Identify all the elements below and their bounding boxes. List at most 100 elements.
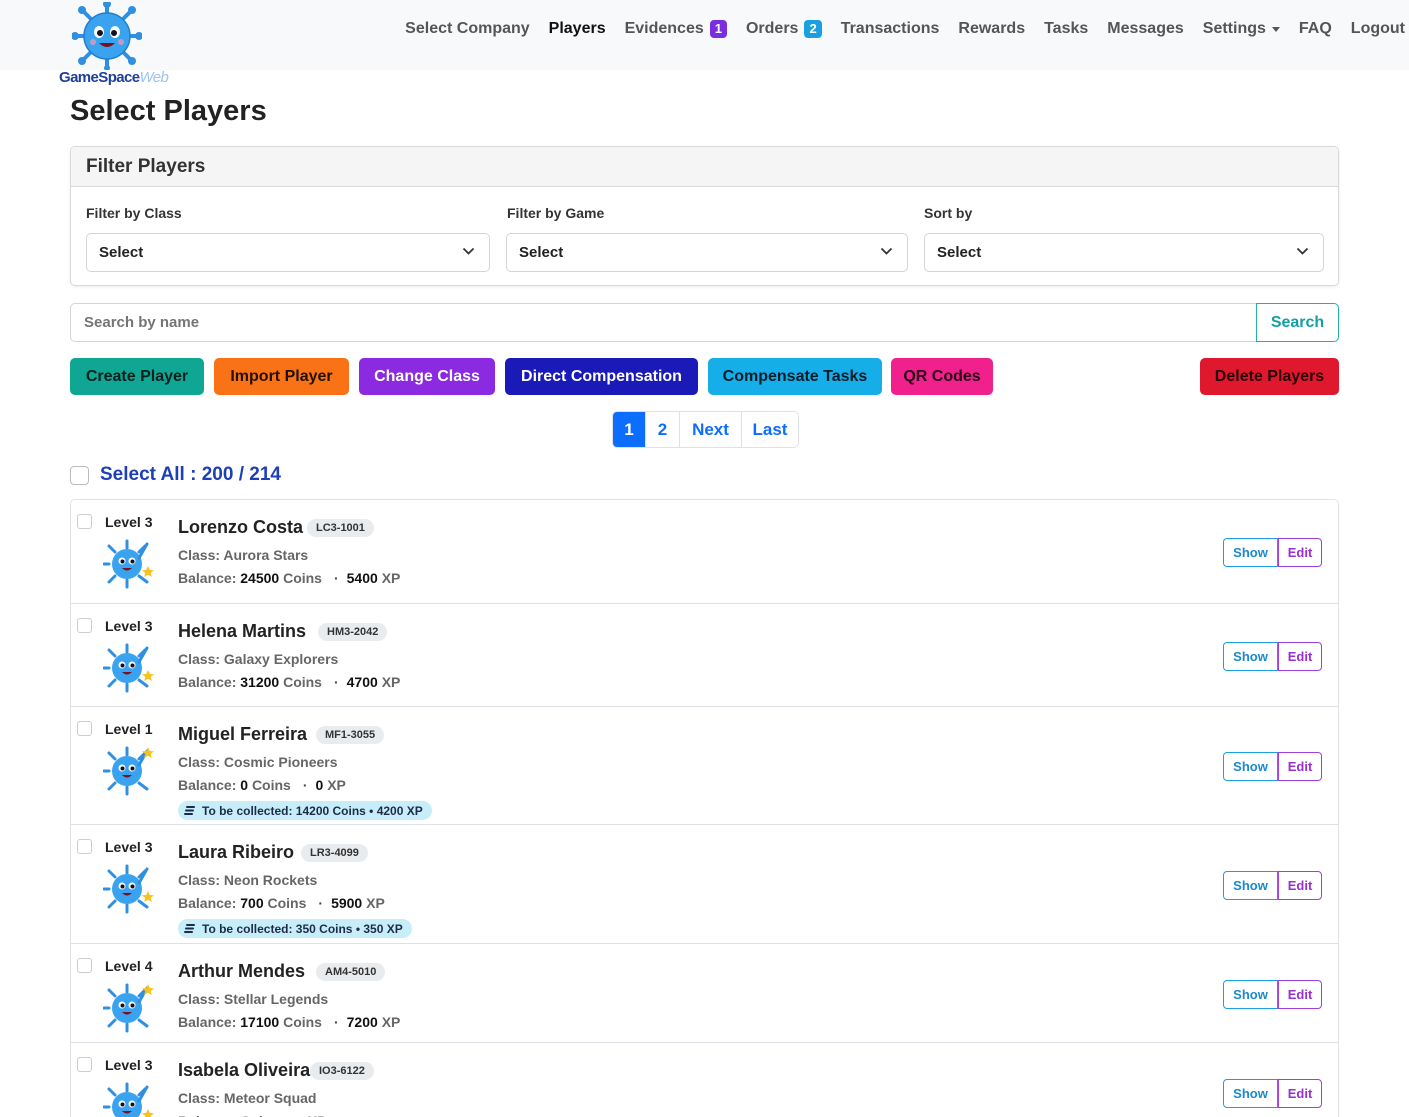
show-player-button[interactable]: Show xyxy=(1223,871,1278,900)
create-player-button[interactable]: Create Player xyxy=(70,358,204,395)
page-2-link[interactable]: 2 xyxy=(645,412,679,447)
nav-messages[interactable]: Messages xyxy=(1107,20,1184,38)
nav-rewards[interactable]: Rewards xyxy=(958,20,1025,38)
filter-card: Filter Players Filter by Class Filter by… xyxy=(70,146,1339,286)
search-input[interactable] xyxy=(70,303,1257,342)
player-class: Class: Neon Rockets xyxy=(178,872,317,888)
player-level: Level 3 xyxy=(105,839,153,855)
nav-orders[interactable]: Orders 2 xyxy=(746,20,822,38)
import-player-button[interactable]: Import Player xyxy=(214,358,349,395)
row-actions: Show Edit xyxy=(1223,642,1322,671)
player-balance: Balance: 700 Coins · 5900 XP xyxy=(178,895,385,911)
balance-prefix-label: Balance: xyxy=(178,674,237,690)
edit-player-button[interactable]: Edit xyxy=(1278,642,1322,671)
row-actions: Show Edit xyxy=(1223,538,1322,567)
select-all-label[interactable]: Select All : 200 / 214 xyxy=(100,464,281,486)
compensate-tasks-button[interactable]: Compensate Tasks xyxy=(708,358,882,395)
filter-game-value: Select xyxy=(519,244,564,261)
player-class-value: Stellar Legends xyxy=(223,991,329,1007)
nav-orders-label: Orders xyxy=(745,20,799,37)
evidences-count-badge: 1 xyxy=(709,20,727,38)
coins-stack-icon xyxy=(184,806,195,815)
search-button[interactable]: Search xyxy=(1256,303,1339,342)
show-player-button[interactable]: Show xyxy=(1223,1079,1278,1108)
nav-logout[interactable]: Logout xyxy=(1351,20,1405,38)
player-class-value: Galaxy Explorers xyxy=(223,651,339,667)
edit-player-button[interactable]: Edit xyxy=(1278,980,1322,1009)
xp-unit-label: XP xyxy=(381,1014,401,1030)
player-select-checkbox[interactable] xyxy=(77,721,92,736)
row-actions: Show Edit xyxy=(1223,871,1322,900)
player-coins-value: 700 xyxy=(240,895,264,911)
player-balance: Balance: 17100 Coins · 7200 XP xyxy=(178,1014,400,1030)
sort-by-select[interactable]: Select xyxy=(924,233,1324,272)
next-page-link[interactable]: Next xyxy=(679,412,741,447)
separator-dot: · xyxy=(318,895,324,911)
coins-unit-label: Coins xyxy=(267,895,307,911)
player-class: Class: Stellar Legends xyxy=(178,991,328,1007)
player-class-value: Aurora Stars xyxy=(223,547,309,563)
edit-player-button[interactable]: Edit xyxy=(1278,538,1322,567)
show-player-button[interactable]: Show xyxy=(1223,642,1278,671)
class-prefix-label: Class: xyxy=(178,991,221,1007)
nav-settings-dropdown[interactable]: Settings xyxy=(1203,20,1280,38)
player-avatar xyxy=(102,538,155,595)
player-avatar xyxy=(102,982,155,1039)
player-class-value: Meteor Squad xyxy=(223,1090,317,1106)
player-level: Level 3 xyxy=(105,618,153,634)
player-row: Level 1 Miguel Ferreira MF1-3055 Class: Cos… xyxy=(71,707,1338,825)
virus-mascot-icon xyxy=(72,2,142,70)
nav-transactions[interactable]: Transactions xyxy=(841,20,940,38)
nav-evidences[interactable]: Evidences 1 xyxy=(625,20,727,38)
player-avatar xyxy=(102,642,155,699)
edit-player-button[interactable]: Edit xyxy=(1278,752,1322,781)
player-avatar xyxy=(102,863,155,920)
delete-players-button[interactable]: Delete Players xyxy=(1200,358,1339,395)
player-name: Isabela Oliveira xyxy=(178,1060,311,1080)
last-page-link[interactable]: Last xyxy=(741,412,798,447)
to-be-collected-text: To be collected: 350 Coins • 350 XP xyxy=(202,921,403,936)
show-player-button[interactable]: Show xyxy=(1223,538,1278,567)
edit-player-button[interactable]: Edit xyxy=(1278,1079,1322,1108)
player-list: Level 3 Lorenzo Costa LC3-1001 Class: Auror… xyxy=(70,499,1339,1117)
player-select-checkbox[interactable] xyxy=(77,1057,92,1072)
player-select-checkbox[interactable] xyxy=(77,514,92,529)
change-class-button[interactable]: Change Class xyxy=(359,358,495,395)
virus-mascot-icon xyxy=(102,539,155,594)
nav-tasks[interactable]: Tasks xyxy=(1044,20,1088,38)
player-class: Class: Galaxy Explorers xyxy=(178,651,338,667)
qr-codes-button[interactable]: QR Codes xyxy=(891,358,993,395)
filter-card-header: Filter Players xyxy=(71,147,1338,187)
nav-settings-label: Settings xyxy=(1202,20,1266,37)
navbar: GameSpaceWeb Select Company Players Evid… xyxy=(0,0,1409,86)
player-select-checkbox[interactable] xyxy=(77,958,92,973)
player-coins-value: 0 xyxy=(240,777,249,793)
nav-players[interactable]: Players xyxy=(549,20,606,38)
nav-select-company[interactable]: Select Company xyxy=(405,20,529,38)
coins-stack-icon xyxy=(184,924,195,933)
nav-faq[interactable]: FAQ xyxy=(1299,20,1332,38)
xp-unit-label: XP xyxy=(308,1113,327,1117)
brand-logo[interactable]: GameSpaceWeb xyxy=(58,2,176,88)
show-player-button[interactable]: Show xyxy=(1223,980,1278,1009)
to-be-collected-text: To be collected: 14200 Coins • 4200 XP xyxy=(202,803,423,818)
coins-unit-label: Coins xyxy=(251,777,291,793)
player-xp-value: 4700 xyxy=(346,674,378,690)
edit-player-button[interactable]: Edit xyxy=(1278,871,1322,900)
row-actions: Show Edit xyxy=(1223,1079,1322,1108)
page-1-link[interactable]: 1 xyxy=(613,412,645,447)
player-select-checkbox[interactable] xyxy=(77,618,92,633)
virus-mascot-icon xyxy=(102,983,155,1038)
player-balance: Balance: 31200 Coins · 4700 XP xyxy=(178,674,400,690)
pagination: 1 2 Next Last xyxy=(612,411,799,448)
filter-class-select[interactable]: Select xyxy=(86,233,490,272)
player-class: Class: Meteor Squad xyxy=(178,1090,317,1106)
player-select-checkbox[interactable] xyxy=(77,839,92,854)
direct-compensation-button[interactable]: Direct Compensation xyxy=(505,358,698,395)
select-all-checkbox[interactable] xyxy=(70,466,89,485)
to-be-collected-badge: To be collected: 14200 Coins • 4200 XP xyxy=(178,801,432,820)
caret-down-icon xyxy=(1271,26,1280,32)
filter-game-select[interactable]: Select xyxy=(506,233,908,272)
coins-unit-label: Coins xyxy=(240,1113,279,1117)
show-player-button[interactable]: Show xyxy=(1223,752,1278,781)
